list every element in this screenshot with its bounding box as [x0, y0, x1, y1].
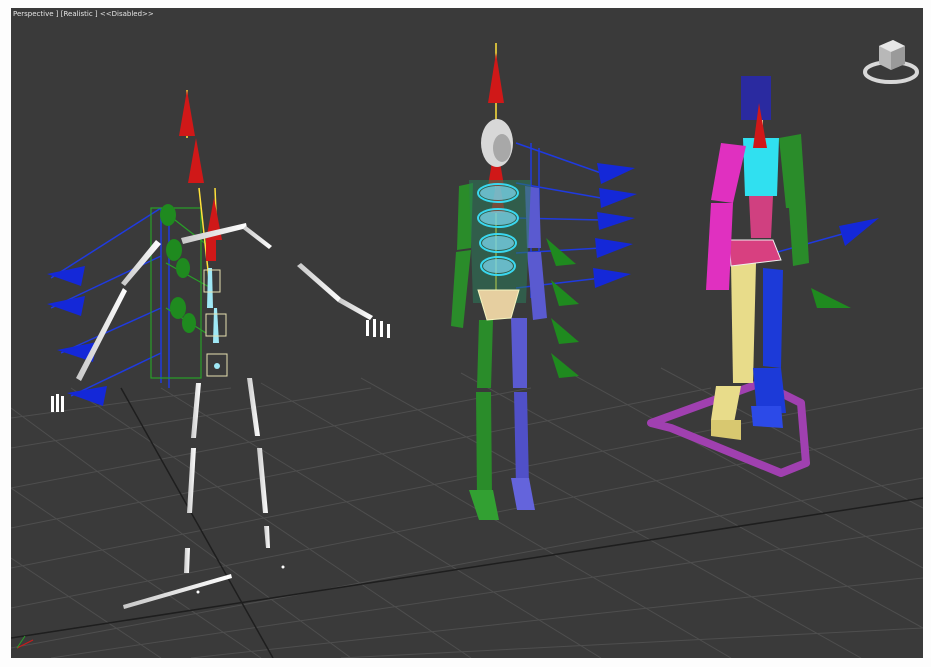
scene-canvas[interactable]	[11, 8, 923, 658]
cat-rig-figure[interactable]	[647, 76, 879, 477]
screenshot-frame: Perspective ] [Realistic ] <<Disabled>>	[0, 0, 931, 667]
viewport-label-menu: Perspective ] [Realistic ] <<Disabled>>	[13, 10, 154, 19]
3d-viewport[interactable]: Perspective ] [Realistic ] <<Disabled>>	[11, 8, 923, 658]
bone-rig-figure[interactable]	[47, 90, 390, 609]
viewport-shading-menu[interactable]: [Realistic ]	[61, 10, 98, 18]
viewport-perspective-menu[interactable]: Perspective ]	[13, 10, 59, 18]
biped-figure[interactable]	[451, 43, 637, 520]
ground-grid-major	[11, 387, 923, 658]
viewport-state-menu[interactable]: <<Disabled>>	[100, 10, 154, 18]
viewcube-icon[interactable]	[859, 28, 923, 92]
ground-grid	[11, 367, 923, 658]
